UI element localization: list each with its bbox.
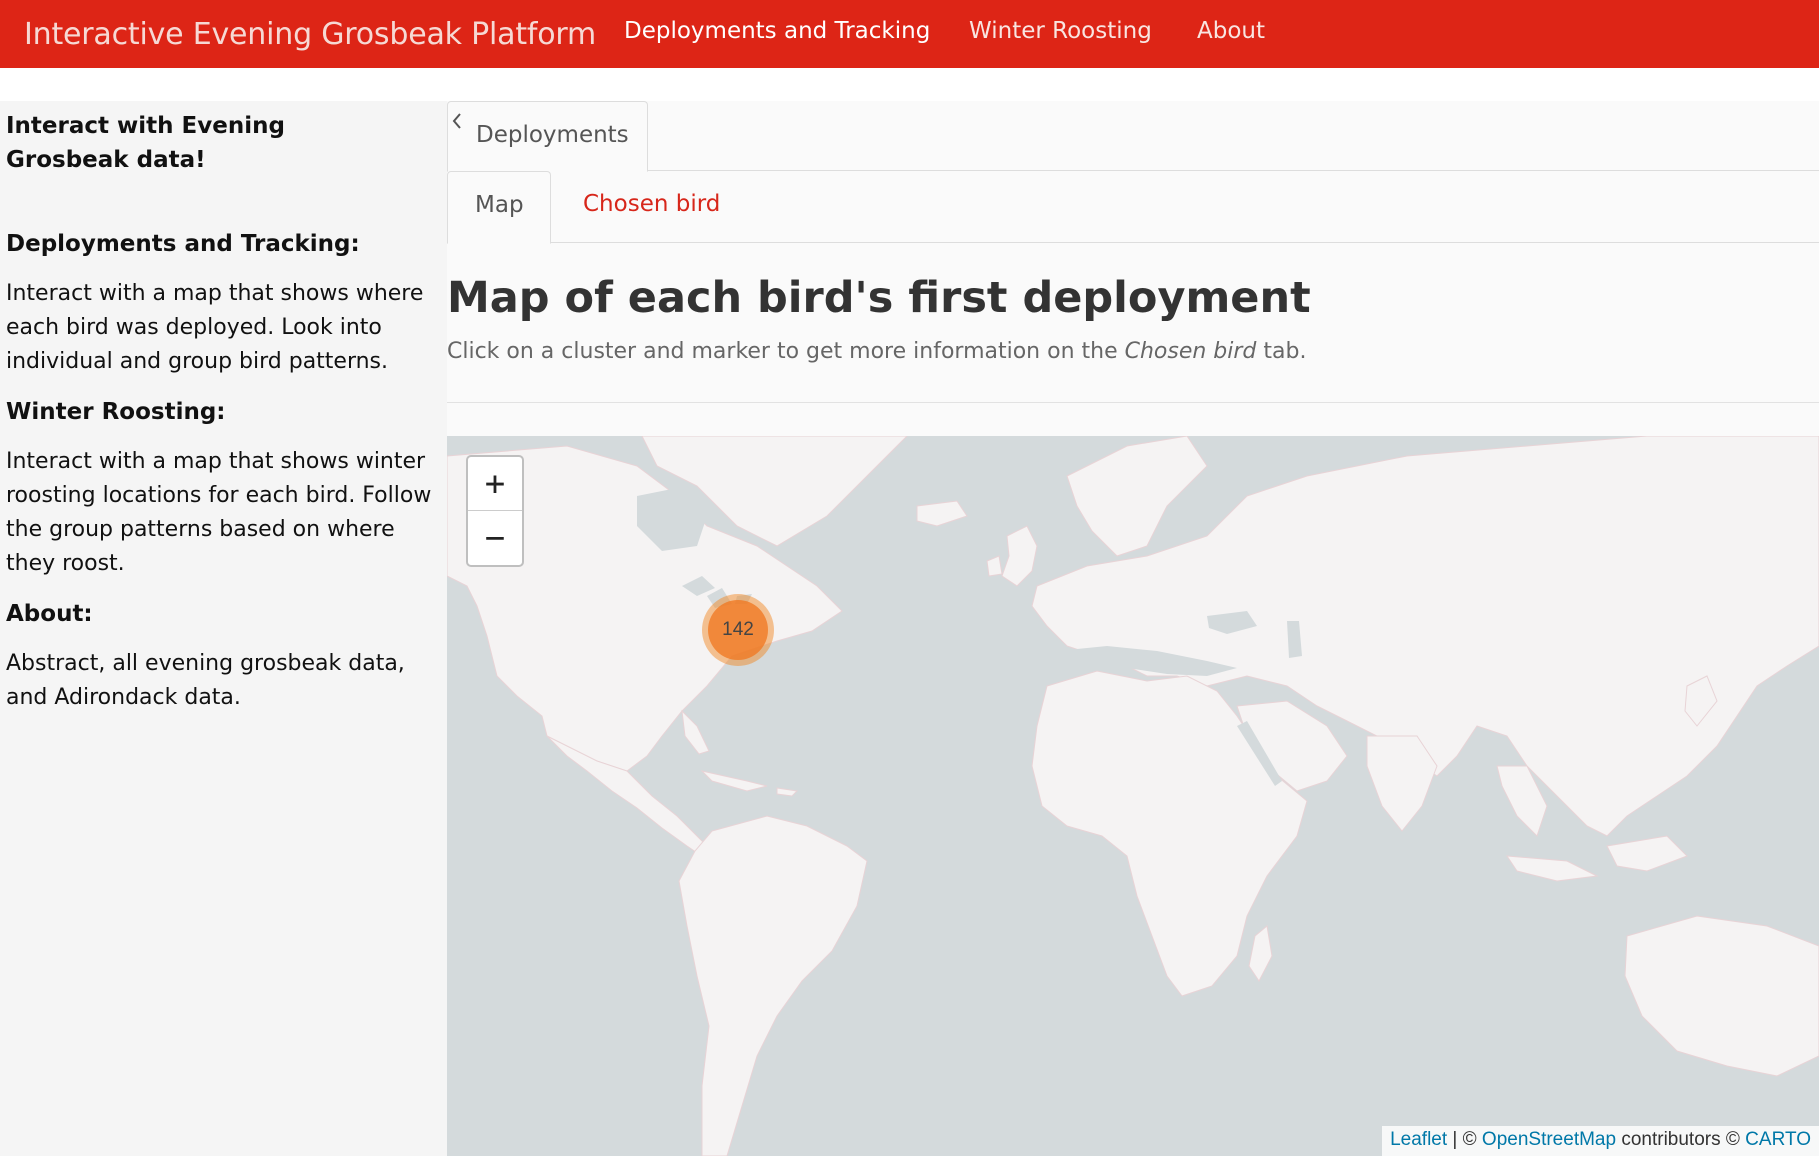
zoom-control: + − bbox=[466, 455, 524, 567]
chevron-left-icon[interactable] bbox=[446, 110, 468, 132]
map-attribution: Leaflet | © OpenStreetMap contributors ©… bbox=[1382, 1126, 1819, 1156]
zoom-in-button[interactable]: + bbox=[468, 457, 522, 511]
zoom-out-button[interactable]: − bbox=[468, 511, 522, 565]
sidebar-intro: Interact with Evening Grosbeak data! bbox=[6, 113, 285, 173]
map-widget[interactable]: + − 142 Leaflet | © OpenStreetMap contri… bbox=[447, 436, 1819, 1156]
sidebar-text-winter-roosting: Interact with a map that shows winter ro… bbox=[6, 449, 432, 576]
subtitle-text-before: Click on a cluster and marker to get mor… bbox=[447, 339, 1125, 364]
sidebar-text-about: Abstract, all evening grosbeak data, and… bbox=[6, 651, 405, 710]
tab-deployments[interactable]: Deployments bbox=[447, 101, 648, 172]
attribution-separator: | © bbox=[1447, 1129, 1482, 1150]
page-subtitle: Click on a cluster and marker to get mor… bbox=[447, 339, 1306, 364]
tab-chosen-bird[interactable]: Chosen bird bbox=[583, 191, 720, 217]
divider bbox=[447, 402, 1819, 403]
openstreetmap-link[interactable]: OpenStreetMap bbox=[1482, 1129, 1616, 1150]
marker-cluster[interactable]: 142 bbox=[702, 594, 774, 666]
attribution-contributors: contributors © bbox=[1616, 1129, 1746, 1150]
top-navbar: Interactive Evening Grosbeak Platform De… bbox=[0, 0, 1819, 68]
tab-map[interactable]: Map bbox=[447, 171, 551, 244]
page-title: Map of each bird's first deployment bbox=[447, 273, 1311, 323]
inner-tabs: Map Chosen bird bbox=[447, 171, 1819, 244]
sidebar-heading-about: About: bbox=[6, 601, 93, 627]
sidebar-heading-winter-roosting: Winter Roosting: bbox=[6, 399, 226, 425]
outer-tabs: Deployments bbox=[447, 101, 1819, 172]
leaflet-link[interactable]: Leaflet bbox=[1390, 1129, 1447, 1150]
subtitle-chosen-bird: Chosen bird bbox=[1124, 339, 1257, 364]
cluster-count[interactable]: 142 bbox=[708, 600, 768, 660]
sidebar-text-deployments: Interact with a map that shows where eac… bbox=[6, 281, 424, 374]
nav-about[interactable]: About bbox=[1197, 18, 1265, 44]
sidebar: Interact with Evening Grosbeak data! Dep… bbox=[0, 101, 447, 1156]
nav-winter-roosting[interactable]: Winter Roosting bbox=[969, 18, 1152, 44]
nav-deployments-tracking[interactable]: Deployments and Tracking bbox=[624, 18, 930, 44]
sidebar-heading-deployments: Deployments and Tracking: bbox=[6, 231, 360, 257]
brand-title[interactable]: Interactive Evening Grosbeak Platform bbox=[24, 17, 596, 52]
basemap-landmasses bbox=[447, 436, 1819, 1156]
carto-link[interactable]: CARTO bbox=[1745, 1129, 1811, 1150]
subtitle-text-after: tab. bbox=[1256, 339, 1307, 364]
